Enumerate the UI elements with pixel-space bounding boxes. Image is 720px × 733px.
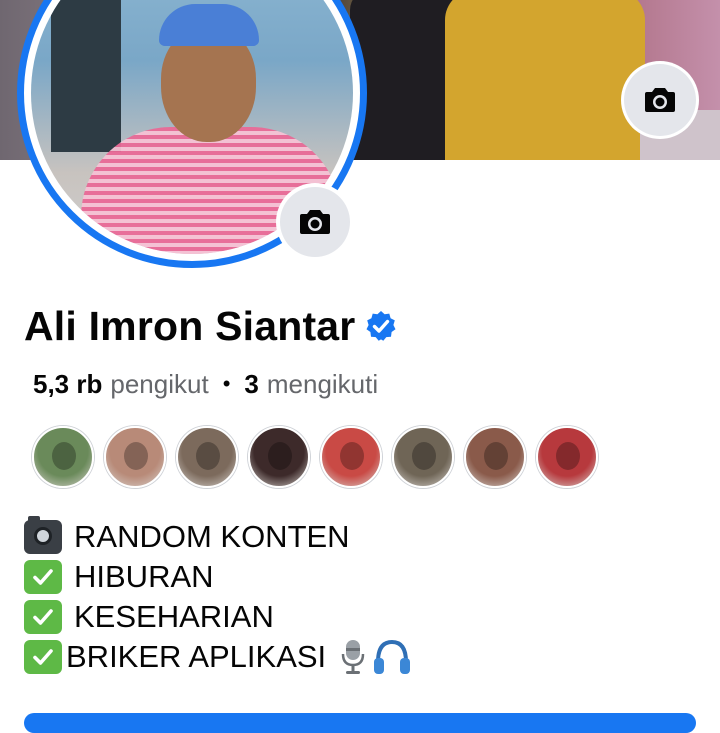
- bio-line: BRIKER APLIKASI: [24, 637, 412, 677]
- avatar-cap: [159, 4, 259, 46]
- follower-avatar[interactable]: [392, 426, 454, 488]
- edit-cover-photo-button[interactable]: [624, 64, 696, 136]
- follower-avatar[interactable]: [536, 426, 598, 488]
- follower-avatar[interactable]: [464, 426, 526, 488]
- follower-avatar[interactable]: [320, 426, 382, 488]
- following-label[interactable]: mengikuti: [267, 369, 378, 400]
- avatar-background: [51, 0, 121, 152]
- follower-avatar[interactable]: [248, 426, 310, 488]
- profile-name-row: Ali Imron Siantar: [24, 300, 397, 352]
- follower-avatar[interactable]: [104, 426, 166, 488]
- profile-bio: RANDOM KONTEN HIBURAN KESEHARIAN BRIKER …: [24, 516, 412, 677]
- bio-line: HIBURAN: [24, 557, 412, 597]
- bio-line-text: KESEHARIAN: [74, 599, 274, 634]
- follower-avatar[interactable]: [176, 426, 238, 488]
- follower-avatar[interactable]: [32, 426, 94, 488]
- camera-icon: [300, 210, 330, 234]
- check-mark-emoji-icon: [24, 560, 62, 594]
- cover-photo-figure-yellow: [445, 0, 645, 160]
- following-count[interactable]: 3: [244, 369, 258, 400]
- primary-action-button[interactable]: [24, 713, 696, 733]
- profile-stats: 5,3 rb pengikut • 3 mengikuti: [33, 364, 378, 404]
- followers-preview: [32, 426, 598, 490]
- microphone-emoji-icon: [341, 640, 365, 674]
- bio-line: KESEHARIAN: [24, 597, 412, 637]
- bio-line-text: HIBURAN: [74, 559, 214, 594]
- followers-label[interactable]: pengikut: [110, 369, 208, 400]
- bio-line-text: BRIKER APLIKASI: [66, 639, 327, 674]
- profile-name: Ali Imron Siantar: [24, 302, 356, 349]
- stats-separator: •: [222, 371, 231, 396]
- followers-count[interactable]: 5,3 rb: [33, 369, 102, 400]
- check-mark-emoji-icon: [24, 640, 62, 674]
- camera-icon: [645, 88, 675, 112]
- camera-emoji-icon: [24, 516, 62, 554]
- check-mark-emoji-icon: [24, 600, 62, 634]
- verified-badge-icon[interactable]: [365, 310, 397, 342]
- bio-line: RANDOM KONTEN: [24, 516, 412, 557]
- bio-line-text: RANDOM KONTEN: [74, 519, 350, 554]
- edit-profile-picture-button[interactable]: [280, 187, 350, 257]
- headphones-emoji-icon: [374, 639, 411, 674]
